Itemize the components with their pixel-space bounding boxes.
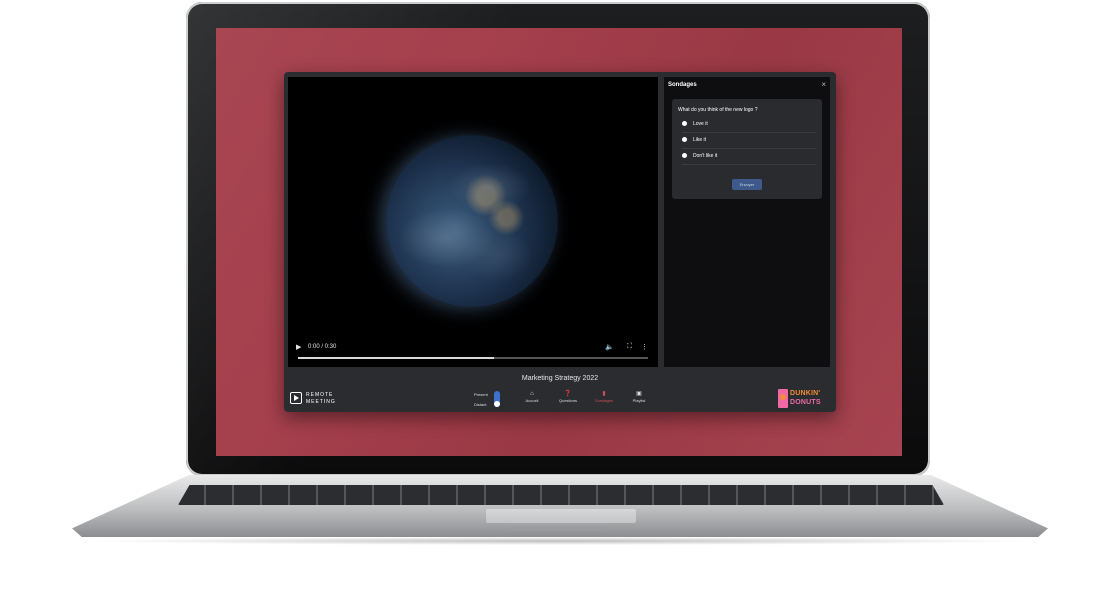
app-window: ▶ 0:00 / 0:30 🔈 ⛶ ⋮ Sondages × What do y… bbox=[284, 72, 836, 412]
nav-questions[interactable]: ❓ Questions bbox=[552, 390, 584, 408]
laptop-notch bbox=[508, 527, 608, 531]
laptop-shadow bbox=[80, 537, 1040, 545]
fullscreen-icon[interactable]: ⛶ bbox=[627, 343, 632, 351]
earth-image bbox=[386, 135, 558, 307]
poll-option-love[interactable]: Love it bbox=[682, 121, 816, 133]
cup-logo-icon bbox=[778, 389, 788, 408]
playlist-icon: ▣ bbox=[636, 391, 642, 397]
more-vertical-icon[interactable]: ⋮ bbox=[641, 343, 648, 351]
laptop-touchpad bbox=[486, 509, 636, 523]
sponsor-logo: DUNKIN' DONUTS bbox=[778, 388, 832, 410]
nav-sondages[interactable]: ▮ Sondages bbox=[588, 390, 620, 408]
nav-accueil[interactable]: ⌂ Accueil bbox=[516, 390, 548, 408]
toggle-label-present: Present bbox=[474, 392, 488, 397]
laptop-keyboard bbox=[178, 485, 944, 505]
close-icon[interactable]: × bbox=[821, 80, 826, 89]
poll-option-dislike[interactable]: Don't like it bbox=[682, 153, 816, 165]
toggle-label-distant: Distant bbox=[474, 402, 487, 407]
radio-icon[interactable] bbox=[682, 121, 687, 127]
video-player[interactable]: ▶ 0:00 / 0:30 🔈 ⛶ ⋮ bbox=[288, 77, 658, 367]
polls-panel: Sondages × What do you think of the new … bbox=[664, 77, 830, 367]
video-time: 0:00 / 0:30 bbox=[308, 344, 337, 350]
present-distant-toggle[interactable]: Present Distant bbox=[470, 390, 504, 408]
poll-card: What do you think of the new logo ? Love… bbox=[672, 99, 822, 199]
play-icon[interactable]: ▶ bbox=[296, 343, 301, 351]
video-controls: ▶ 0:00 / 0:30 🔈 ⛶ ⋮ bbox=[292, 333, 654, 363]
radio-icon[interactable] bbox=[682, 137, 687, 143]
video-progress-bar[interactable] bbox=[298, 357, 648, 359]
home-icon: ⌂ bbox=[530, 391, 534, 397]
play-logo-icon bbox=[290, 392, 302, 404]
question-icon: ❓ bbox=[564, 391, 572, 397]
toggle-knob[interactable] bbox=[494, 401, 500, 407]
poll-option-like[interactable]: Like it bbox=[682, 137, 816, 149]
radio-icon[interactable] bbox=[682, 153, 687, 159]
poll-question: What do you think of the new logo ? bbox=[678, 107, 758, 113]
send-button[interactable]: Envoyer bbox=[732, 179, 762, 190]
nav-playlist[interactable]: ▣ Playlist bbox=[623, 390, 655, 408]
remote-meeting-logo: REMOTE MEETING bbox=[290, 390, 350, 408]
volume-icon[interactable]: 🔈 bbox=[605, 343, 614, 351]
meeting-title: Marketing Strategy 2022 bbox=[521, 375, 599, 382]
panel-title: Sondages bbox=[668, 82, 697, 88]
video-progress-fill bbox=[298, 357, 494, 359]
bar-chart-icon: ▮ bbox=[602, 391, 606, 397]
